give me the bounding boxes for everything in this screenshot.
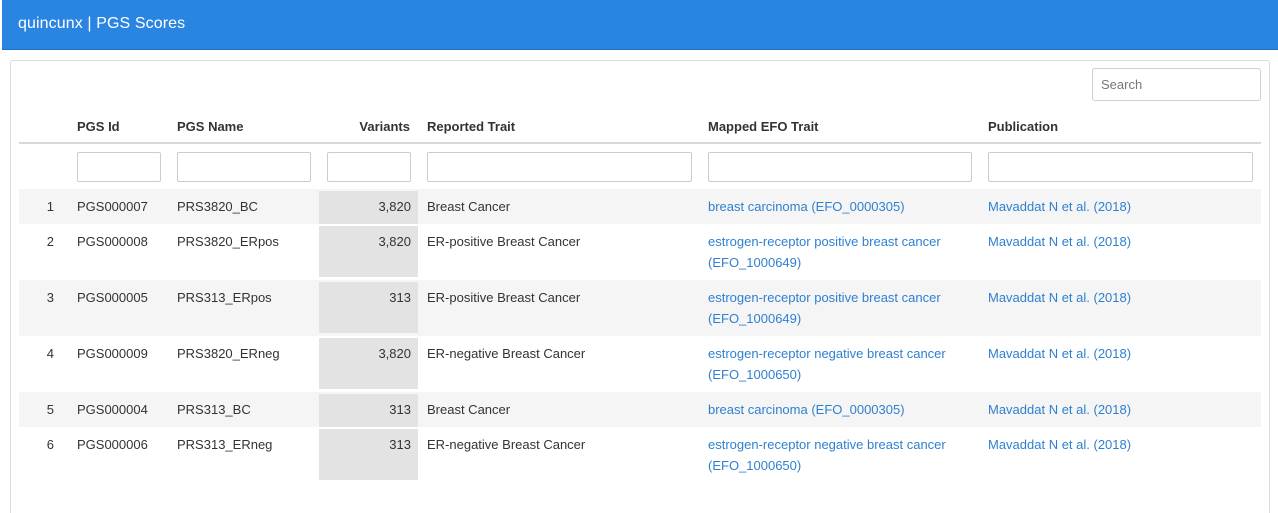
efo-trait-link[interactable]: estrogen-receptor negative breast cancer	[708, 434, 946, 455]
reported-trait-cell: ER-negative Breast Cancer	[427, 346, 586, 361]
row-index: 4	[46, 346, 54, 361]
pgs-name-cell: PRS3820_BC	[177, 199, 258, 214]
efo-trait-id-link[interactable]: (EFO_1000650)	[708, 364, 801, 385]
row-index: 5	[46, 402, 54, 417]
search-input[interactable]	[1092, 68, 1261, 101]
variants-cell: 313	[389, 402, 411, 417]
publication-link[interactable]: Mavaddat N et al. (2018)	[988, 343, 1131, 364]
row-index: 2	[46, 234, 54, 249]
pgs-name-cell: PRS3820_ERpos	[177, 234, 279, 249]
pgs-id-cell: PGS000008	[77, 234, 148, 249]
efo-trait-link[interactable]: breast carcinoma (EFO_0000305)	[708, 196, 970, 217]
pgs-name-cell: PRS313_ERneg	[177, 437, 273, 452]
header-divider	[19, 142, 1261, 144]
filter-reported-trait[interactable]	[427, 152, 692, 182]
efo-trait-link[interactable]: estrogen-receptor negative breast cancer	[708, 343, 946, 364]
efo-trait-link[interactable]: breast carcinoma (EFO_0000305)	[708, 399, 905, 420]
row-index: 1	[46, 199, 54, 214]
publication-link[interactable]: Mavaddat N et al. (2018)	[988, 287, 1131, 308]
column-header-reported-trait[interactable]: Reported Trait	[427, 119, 515, 134]
filter-pgs-name[interactable]	[177, 152, 311, 182]
variants-cell: 3,820	[378, 346, 411, 361]
row-index: 6	[46, 437, 54, 452]
efo-trait-link[interactable]: estrogen-receptor positive breast cancer	[708, 287, 941, 308]
efo-trait-link[interactable]: estrogen-receptor positive breast cancer	[708, 231, 941, 252]
publication-link[interactable]: Mavaddat N et al. (2018)	[988, 434, 1131, 455]
pgs-name-cell: PRS313_ERpos	[177, 290, 272, 305]
table-row[interactable]: 5 PGS000004 PRS313_BC 313 Breast Cancer …	[19, 392, 1261, 427]
pgs-name-cell: PRS313_BC	[177, 402, 251, 417]
efo-trait-id-link[interactable]: (EFO_1000650)	[708, 455, 801, 476]
pgs-id-cell: PGS000005	[77, 290, 148, 305]
pgs-id-cell: PGS000007	[77, 199, 148, 214]
table-panel: PGS Id PGS Name Variants Reported Trait …	[10, 60, 1270, 513]
publication-link[interactable]: Mavaddat N et al. (2018)	[988, 231, 1131, 252]
efo-trait-id-link[interactable]: (EFO_1000649)	[708, 308, 801, 329]
column-header-pgs-id[interactable]: PGS Id	[77, 119, 120, 134]
publication-link[interactable]: Mavaddat N et al. (2018)	[988, 399, 1131, 420]
variants-cell: 313	[389, 290, 411, 305]
reported-trait-cell: ER-positive Breast Cancer	[427, 290, 581, 305]
row-index: 3	[46, 290, 54, 305]
variants-cell: 3,820	[378, 199, 411, 214]
table-row[interactable]: 3 PGS000005 PRS313_ERpos 313 ER-positive…	[19, 280, 1261, 336]
publication-link[interactable]: Mavaddat N et al. (2018)	[988, 196, 1131, 217]
pgs-name-cell: PRS3820_ERneg	[177, 346, 280, 361]
filter-variants[interactable]	[327, 152, 411, 182]
variants-cell: 3,820	[378, 234, 411, 249]
filter-publication[interactable]	[988, 152, 1253, 182]
filter-pgs-id[interactable]	[77, 152, 161, 182]
efo-trait-id-link[interactable]: (EFO_1000649)	[708, 252, 801, 273]
filter-mapped-efo-trait[interactable]	[708, 152, 972, 182]
reported-trait-cell: Breast Cancer	[427, 402, 511, 417]
reported-trait-cell: ER-negative Breast Cancer	[427, 437, 586, 452]
app-header: quincunx | PGS Scores	[2, 0, 1278, 50]
pgs-id-cell: PGS000006	[77, 437, 148, 452]
table-row[interactable]: 1 PGS000007 PRS3820_BC 3,820 Breast Canc…	[19, 189, 1261, 224]
column-header-variants[interactable]: Variants	[311, 119, 410, 134]
pgs-id-cell: PGS000009	[77, 346, 148, 361]
table-row[interactable]: 4 PGS000009 PRS3820_ERneg 3,820 ER-negat…	[19, 336, 1261, 392]
reported-trait-cell: ER-positive Breast Cancer	[427, 234, 581, 249]
app-title: quincunx | PGS Scores	[18, 15, 186, 32]
table-row[interactable]: 2 PGS000008 PRS3820_ERpos 3,820 ER-posit…	[19, 224, 1261, 280]
variants-cell: 313	[389, 437, 411, 452]
reported-trait-cell: Breast Cancer	[427, 199, 511, 214]
column-header-pgs-name[interactable]: PGS Name	[177, 119, 243, 134]
table-row[interactable]: 6 PGS000006 PRS313_ERneg 313 ER-negative…	[19, 427, 1261, 483]
column-header-mapped-efo-trait[interactable]: Mapped EFO Trait	[708, 119, 819, 134]
pgs-id-cell: PGS000004	[77, 402, 148, 417]
column-header-publication[interactable]: Publication	[988, 119, 1058, 134]
